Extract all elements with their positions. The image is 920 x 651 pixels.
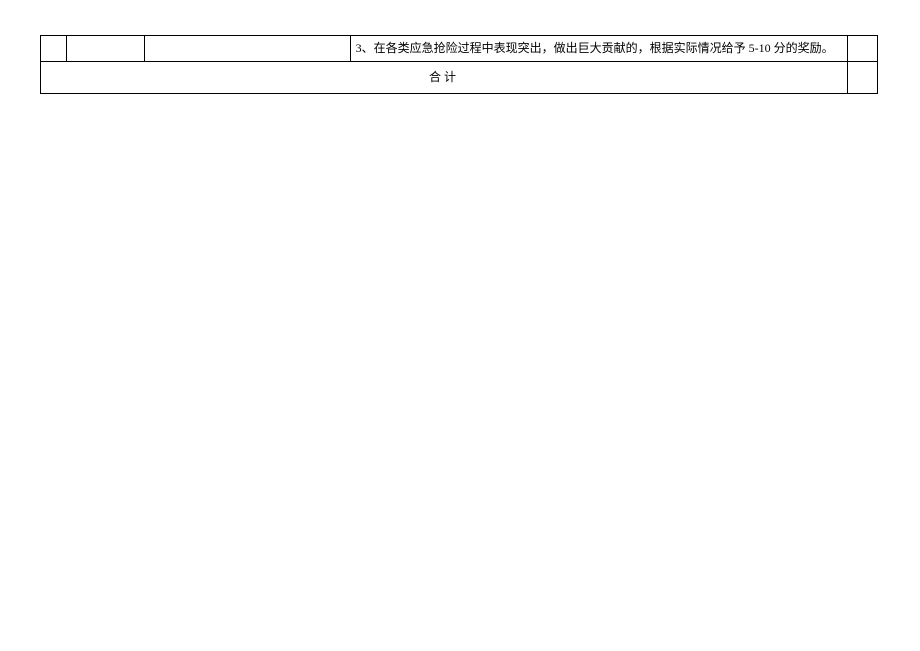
score-table: 3、在各类应急抢险过程中表现突出，做出巨大贡献的，根据实际情况给予 5-10 分…	[40, 35, 878, 94]
cell-index	[41, 36, 67, 62]
total-value	[848, 62, 878, 94]
total-label: 合计	[41, 62, 848, 94]
table-total-row: 合计	[41, 62, 878, 94]
cell-item	[144, 36, 350, 62]
cell-category	[66, 36, 144, 62]
document-table: 3、在各类应急抢险过程中表现突出，做出巨大贡献的，根据实际情况给予 5-10 分…	[40, 35, 878, 94]
table-row: 3、在各类应急抢险过程中表现突出，做出巨大贡献的，根据实际情况给予 5-10 分…	[41, 36, 878, 62]
cell-description: 3、在各类应急抢险过程中表现突出，做出巨大贡献的，根据实际情况给予 5-10 分…	[350, 36, 847, 62]
cell-score	[848, 36, 878, 62]
